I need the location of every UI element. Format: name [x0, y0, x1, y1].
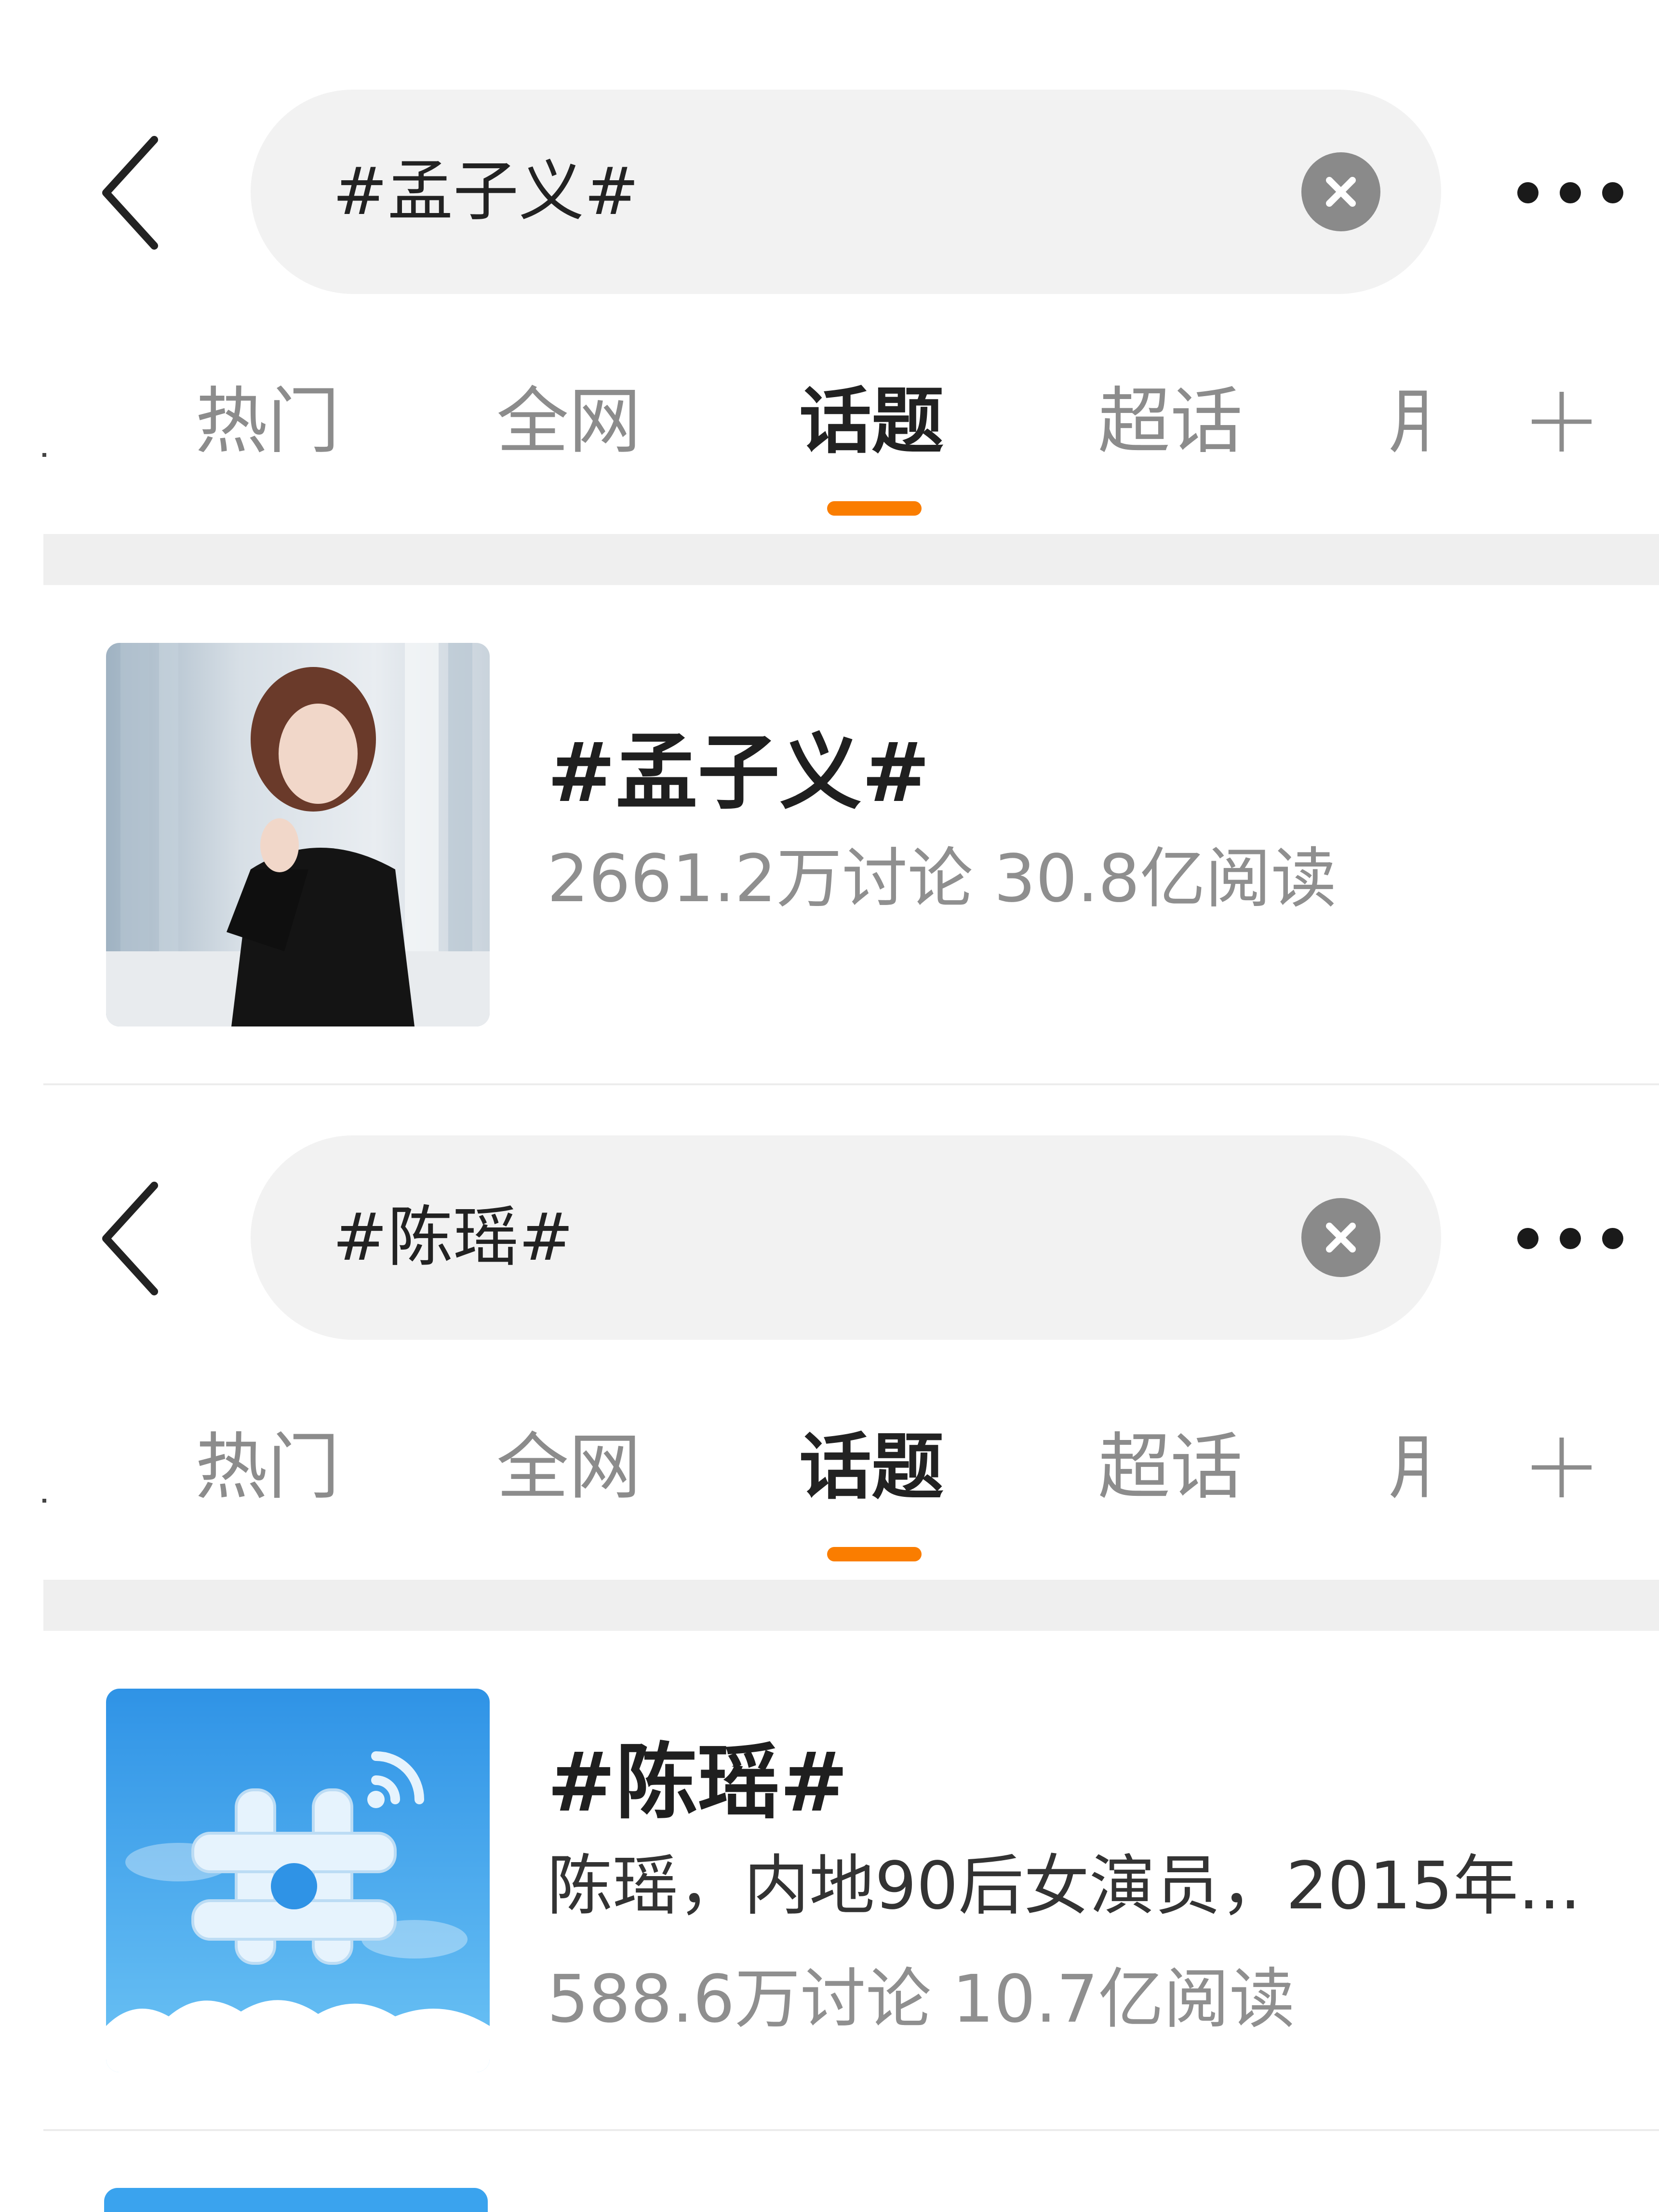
tab-topic[interactable]: 话题	[799, 376, 944, 467]
tab-bar: 热门 全网 话题 超话 用	[0, 357, 1659, 516]
tab-web[interactable]: 全网	[496, 376, 641, 467]
section-divider-band	[43, 534, 1659, 585]
active-tab-indicator	[827, 1547, 922, 1561]
row-divider	[43, 2129, 1659, 2131]
active-tab-indicator	[827, 501, 922, 516]
topic-description: 陈瑶，内地90后女演员，2015年...	[547, 1848, 1581, 1924]
tab-web[interactable]: 全网	[496, 1422, 641, 1513]
tab-bar: 热门 全网 话题 超话 用	[0, 1402, 1659, 1561]
tab-super-topic[interactable]: 超话	[1098, 376, 1243, 467]
tab-super-topic[interactable]: 超话	[1098, 1422, 1243, 1513]
tab-user-partial[interactable]: 用	[1388, 376, 1427, 467]
topic-result-row[interactable]: #陈瑶# 陈瑶，内地90后女演员，2015年... 588.6万讨论 10.7亿…	[0, 1631, 1659, 2132]
topic-thumbnail	[106, 643, 490, 1026]
clear-icon[interactable]	[1301, 1198, 1380, 1277]
more-icon[interactable]	[1509, 1219, 1629, 1258]
tab-topic[interactable]: 话题	[799, 1422, 944, 1513]
more-dot	[1517, 1228, 1539, 1249]
plus-icon[interactable]	[1528, 1434, 1595, 1501]
tab-user-partial[interactable]: 用	[1388, 1422, 1427, 1513]
chevron-left-icon[interactable]	[96, 130, 164, 255]
tab-hot[interactable]: 热门	[195, 376, 340, 467]
more-dot	[1560, 182, 1581, 203]
topic-title: #陈瑶#	[547, 1735, 848, 1830]
search-query: #陈瑶#	[333, 1199, 574, 1276]
chevron-left-icon[interactable]	[96, 1176, 164, 1301]
topic-result-row[interactable]: #孟子义# 2661.2万讨论 30.8亿阅读	[0, 585, 1659, 1086]
topic-title: #孟子义#	[547, 725, 930, 821]
more-dot	[1602, 182, 1623, 203]
row-divider	[43, 1083, 1659, 1085]
more-dot	[1602, 1228, 1623, 1249]
topic-hash-icon	[106, 1689, 490, 2072]
topic-stats: 2661.2万讨论 30.8亿阅读	[547, 841, 1337, 917]
scroll-edge-mark	[42, 453, 46, 457]
clear-icon[interactable]	[1301, 152, 1380, 231]
tab-hot[interactable]: 热门	[195, 1422, 340, 1513]
next-topic-thumbnail	[104, 2188, 488, 2212]
app-screen: #孟子义# 热门 全网 话题 超话 用 #孟子义# 2661.2万讨论 30.8…	[0, 0, 1659, 2212]
topic-stats: 588.6万讨论 10.7亿阅读	[547, 1961, 1295, 2038]
search-input[interactable]: #陈瑶#	[251, 1135, 1441, 1340]
section-divider-band	[43, 1580, 1659, 1631]
more-dot	[1560, 1228, 1581, 1249]
scroll-edge-mark	[42, 1499, 46, 1503]
search-input[interactable]: #孟子义#	[251, 90, 1441, 294]
more-icon[interactable]	[1509, 173, 1629, 212]
plus-icon[interactable]	[1528, 388, 1595, 455]
search-query: #孟子义#	[333, 154, 639, 230]
more-dot	[1517, 182, 1539, 203]
